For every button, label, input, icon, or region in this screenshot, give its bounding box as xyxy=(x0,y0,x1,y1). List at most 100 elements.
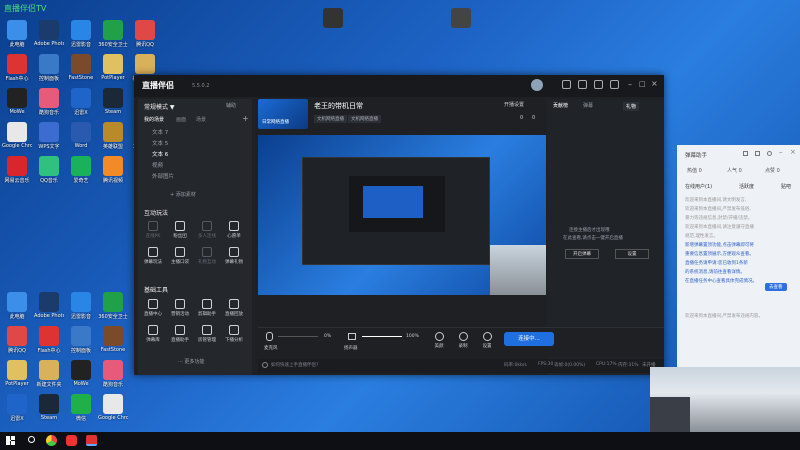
headset-icon[interactable] xyxy=(578,80,587,89)
desktop-icon[interactable]: Flash中心 xyxy=(2,54,32,82)
desktop-icon[interactable]: 此电脑 xyxy=(2,292,32,320)
tab-forum[interactable]: 贴吧 xyxy=(781,183,791,190)
stream-settings-button[interactable]: 开播设置 xyxy=(504,101,524,108)
help-link[interactable]: 如何快速上手直播伴侣? xyxy=(271,362,318,368)
speaker-icon[interactable] xyxy=(348,333,356,340)
tab-activity[interactable]: 活跃度 xyxy=(739,183,754,190)
desktop-icon[interactable]: Steam xyxy=(98,88,128,115)
desktop-icon[interactable]: 英雄联盟 xyxy=(98,122,128,150)
tool-button[interactable]: 直播中心 xyxy=(142,299,164,317)
tool-button[interactable]: 多人连线 xyxy=(196,221,218,239)
desktop-icon[interactable]: 腾讯QQ xyxy=(130,20,160,48)
tab-online-users[interactable]: 在线用户(1) xyxy=(685,183,712,190)
scene-item[interactable]: 视频 xyxy=(142,161,248,172)
desktop-icon[interactable] xyxy=(318,8,348,28)
side-tab[interactable]: 弹幕 xyxy=(583,102,593,109)
tool-button[interactable]: 房管管理 xyxy=(196,325,218,343)
desktop-icon[interactable]: 360安全卫士 xyxy=(98,292,128,320)
gear-icon[interactable] xyxy=(767,151,772,156)
scene-item[interactable]: 文本 5 xyxy=(142,139,248,150)
side-tab[interactable]: 贡献榜 xyxy=(553,102,568,109)
tool-button[interactable]: 下播分析 xyxy=(223,325,245,343)
go-live-button[interactable]: 连接中... xyxy=(504,332,554,346)
desktop-icon[interactable]: Steam xyxy=(34,394,64,421)
desktop-icon[interactable]: 迅雷影音 xyxy=(66,292,96,320)
desktop-icon[interactable]: Flash中心 xyxy=(34,326,64,354)
gift-icon[interactable] xyxy=(594,80,603,89)
avatar[interactable] xyxy=(531,79,543,91)
desktop-icon[interactable]: FastStone xyxy=(98,326,128,353)
lock-icon[interactable] xyxy=(755,151,760,156)
desktop-icon[interactable]: 腾讯视频 xyxy=(98,156,128,184)
desktop-icon[interactable]: 酷狗音乐 xyxy=(34,88,64,116)
desktop-icon[interactable]: 酷狗音乐 xyxy=(98,360,128,388)
start-icon[interactable] xyxy=(6,436,15,445)
scene-item[interactable]: 文本 6 xyxy=(142,150,248,161)
desktop-icon[interactable]: Adobe Photoshop xyxy=(34,20,64,47)
desktop-icon[interactable]: 爱奇艺 xyxy=(66,156,96,184)
beauty-button[interactable]: 美颜 xyxy=(428,332,450,349)
mode-link[interactable]: 辅助 xyxy=(226,102,236,109)
tool-button[interactable]: 营销活动 xyxy=(169,299,191,317)
open-danmaku-button[interactable]: 开启弹幕 xyxy=(565,249,599,259)
maximize-icon[interactable]: □ xyxy=(639,80,646,88)
chrome-taskbar-icon[interactable] xyxy=(46,435,57,446)
desktop-icon[interactable]: 迅雷影音 xyxy=(66,20,96,48)
scene-tab-3[interactable]: 场景 xyxy=(196,116,206,123)
stream-thumbnail[interactable]: 日常网络直播 xyxy=(258,99,308,129)
stream-tag[interactable]: 文机网络直播 xyxy=(348,115,381,123)
desktop-icon[interactable]: Word xyxy=(66,122,96,149)
side-settings-button[interactable]: 设置 xyxy=(615,249,649,259)
desktop-icon[interactable]: MoWe xyxy=(2,88,32,115)
tool-button[interactable]: 直播回放 xyxy=(223,299,245,317)
desktop-icon[interactable] xyxy=(446,8,476,28)
view-badge[interactable]: 去查看 xyxy=(765,283,787,291)
live-preview[interactable] xyxy=(258,135,546,295)
tool-button[interactable]: 弹幕库 xyxy=(142,325,164,343)
mode-selector[interactable]: 常规模式 ▼ xyxy=(144,102,175,111)
desktop-icon[interactable]: FastStone xyxy=(66,54,96,81)
desktop-icon[interactable]: QQ音乐 xyxy=(34,156,64,184)
tool-button[interactable]: 主播口袋 xyxy=(169,247,191,265)
desktop-icon[interactable]: 新建文件夹 xyxy=(34,360,64,388)
tool-button[interactable]: 弹幕礼物 xyxy=(223,247,245,265)
tool-button[interactable]: 心愿单 xyxy=(223,221,245,239)
side-tab[interactable]: 礼物 xyxy=(623,102,640,111)
scene-tab-2[interactable]: 画面 xyxy=(176,116,186,123)
mic-slider[interactable] xyxy=(278,336,318,337)
minimize-icon[interactable]: – xyxy=(779,148,783,156)
desktop-icon[interactable]: 腾讯QQ xyxy=(2,326,32,354)
desktop-icon[interactable]: 控制面板 xyxy=(34,54,64,82)
tool-button[interactable]: 剪辑助手 xyxy=(196,299,218,317)
scene-item[interactable]: 文本 7 xyxy=(142,128,248,139)
desktop-icon[interactable]: WPS文字 xyxy=(34,122,64,150)
tool-button[interactable]: 直播助手 xyxy=(169,325,191,343)
chat-icon[interactable] xyxy=(562,80,571,89)
desktop-icon[interactable]: 迅雷X xyxy=(2,394,32,422)
desktop-icon[interactable]: Google Chrome xyxy=(2,122,32,149)
desktop-icon[interactable]: 迅雷X xyxy=(66,88,96,116)
mic-icon[interactable] xyxy=(266,332,273,341)
scene-item[interactable]: 外部图片 xyxy=(142,172,248,183)
desktop-icon[interactable]: PotPlayer xyxy=(98,54,128,81)
desktop-icon[interactable]: 360安全卫士 xyxy=(98,20,128,48)
menu-icon[interactable] xyxy=(610,80,619,89)
desktop-icon[interactable]: PotPlayer xyxy=(2,360,32,387)
scene-tab[interactable]: 我的场景 xyxy=(144,116,164,123)
desktop-icon[interactable]: 微信 xyxy=(66,394,96,422)
tool-button[interactable]: 弹幕玩法 xyxy=(142,247,164,265)
record-button[interactable]: 录制 xyxy=(452,332,474,349)
tool-button[interactable]: 粉丝团 xyxy=(169,221,191,239)
app-taskbar-icon[interactable] xyxy=(86,435,97,446)
stream-title[interactable]: 老王的带机日常 xyxy=(314,101,363,111)
desktop-icon[interactable]: 控制面板 xyxy=(66,326,96,354)
pin-icon[interactable] xyxy=(743,151,748,156)
minimize-icon[interactable]: – xyxy=(628,80,632,89)
more-tools-link[interactable]: ··· 更多功能 xyxy=(178,358,204,365)
qq-taskbar-icon[interactable] xyxy=(66,435,77,446)
speaker-slider[interactable] xyxy=(362,336,402,337)
add-material-button[interactable]: + 添加素材 xyxy=(170,191,196,198)
tool-button[interactable]: 连线PK xyxy=(142,221,164,239)
tool-button[interactable]: 礼物互动 xyxy=(196,247,218,265)
stream-tag[interactable]: 文机网络直播 xyxy=(314,115,347,123)
